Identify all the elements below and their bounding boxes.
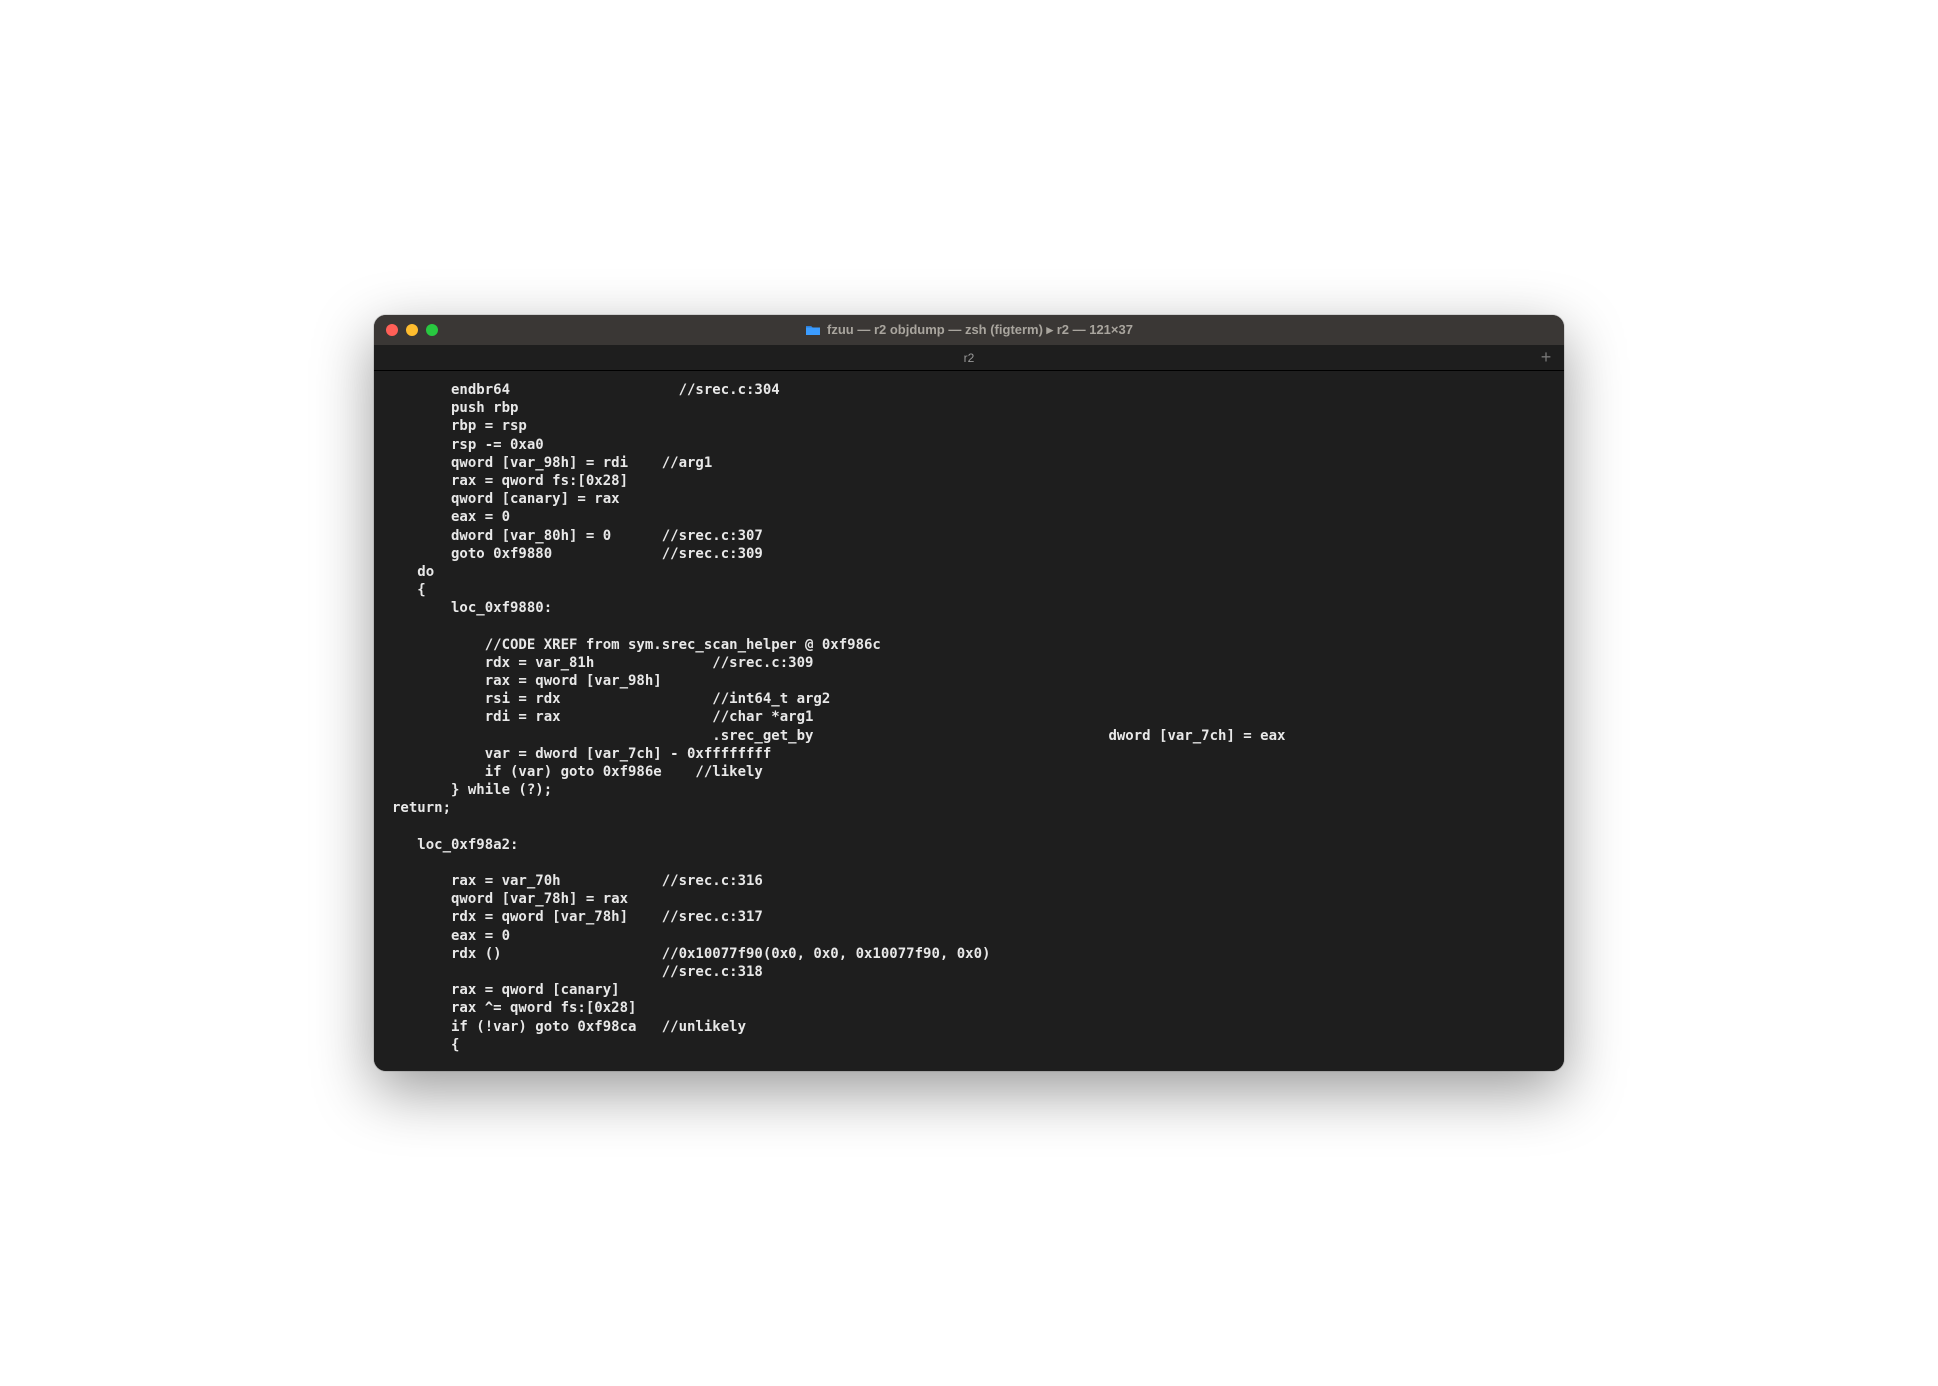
folder-icon [805, 324, 821, 336]
terminal-output[interactable]: endbr64 //srec.c:304 push rbp rbp = rsp … [374, 371, 1564, 1071]
terminal-window: fzuu — r2 objdump — zsh (figterm) ▸ r2 —… [374, 315, 1564, 1071]
window-title-text: fzuu — r2 objdump — zsh (figterm) ▸ r2 —… [827, 322, 1133, 338]
maximize-button[interactable] [426, 324, 438, 336]
traffic-lights [386, 324, 438, 336]
minimize-button[interactable] [406, 324, 418, 336]
tab-bar[interactable]: r2 + [374, 345, 1564, 371]
close-button[interactable] [386, 324, 398, 336]
window-title: fzuu — r2 objdump — zsh (figterm) ▸ r2 —… [386, 322, 1552, 338]
titlebar[interactable]: fzuu — r2 objdump — zsh (figterm) ▸ r2 —… [374, 315, 1564, 345]
add-tab-button[interactable]: + [1534, 347, 1558, 368]
tab-title[interactable]: r2 [374, 351, 1564, 365]
